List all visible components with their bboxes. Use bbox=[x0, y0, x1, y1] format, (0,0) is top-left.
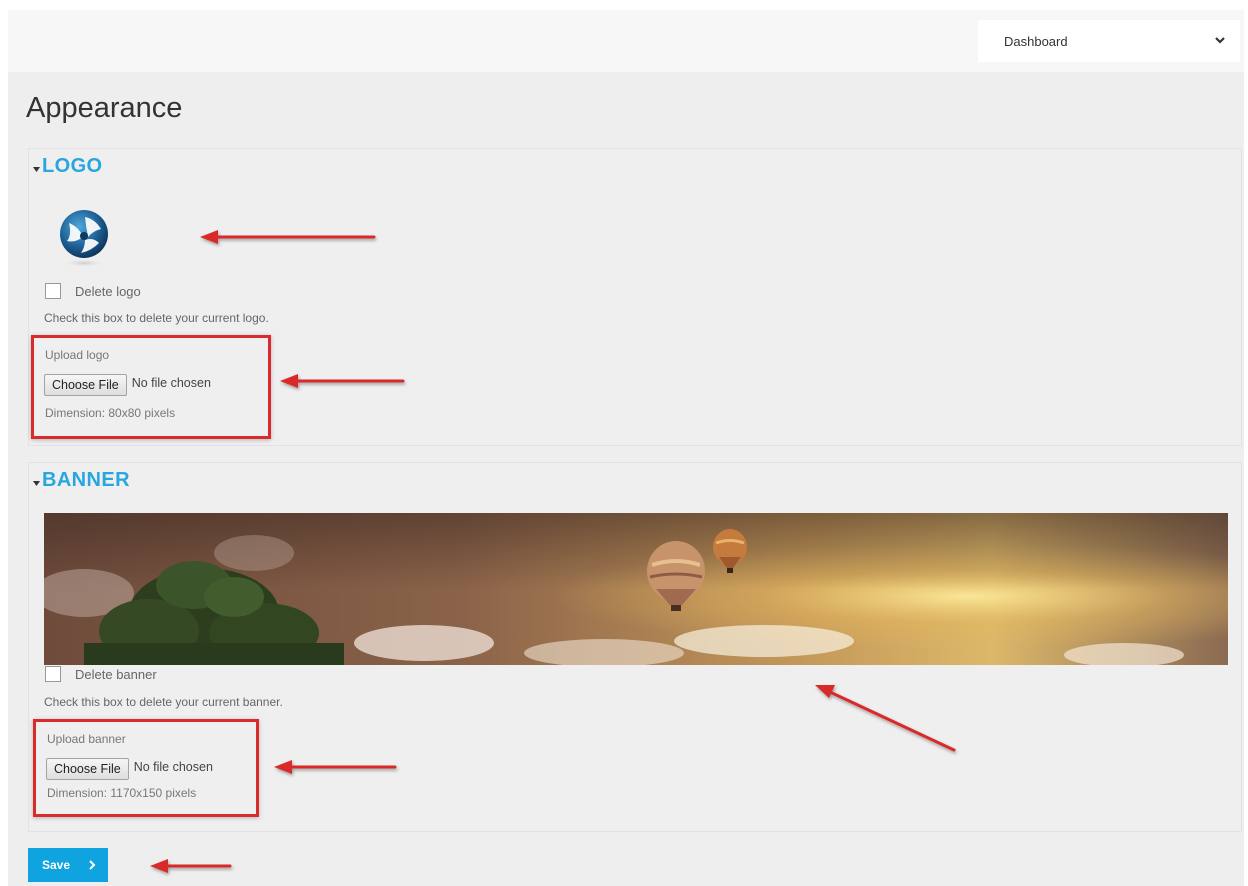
delete-logo-checkbox[interactable] bbox=[45, 283, 61, 299]
caret-down-icon bbox=[33, 481, 40, 486]
delete-banner-label: Delete banner bbox=[75, 666, 157, 682]
banner-file-input[interactable]: Choose File No file chosen bbox=[46, 758, 213, 780]
banner-file-status: No file chosen bbox=[133, 760, 213, 774]
delete-banner-help: Check this box to delete your current ba… bbox=[44, 695, 283, 709]
caret-down-icon bbox=[33, 167, 40, 172]
upload-logo-label: Upload logo bbox=[45, 348, 110, 362]
chevron-down-icon bbox=[1215, 37, 1225, 44]
upload-banner-group: Upload banner Choose File No file chosen… bbox=[33, 719, 259, 817]
choose-banner-file-button[interactable]: Choose File bbox=[46, 758, 129, 780]
save-button-label: Save bbox=[42, 858, 71, 872]
appearance-page: Appearance LOGO Delete logo Check this b… bbox=[8, 72, 1244, 886]
logo-section-title: LOGO bbox=[42, 155, 103, 177]
save-button[interactable]: Save bbox=[28, 848, 108, 882]
banner-section: BANNER Delete banner Check this box to d… bbox=[28, 462, 1242, 832]
logo-section: LOGO Delete logo Check this box to delet… bbox=[28, 148, 1242, 446]
delete-banner-checkbox[interactable] bbox=[45, 666, 61, 682]
logo-file-input[interactable]: Choose File No file chosen bbox=[44, 374, 211, 396]
upload-banner-label: Upload banner bbox=[47, 732, 126, 746]
banner-section-header[interactable]: BANNER bbox=[33, 469, 130, 492]
upload-logo-group: Upload logo Choose File No file chosen D… bbox=[31, 335, 271, 439]
logo-image bbox=[60, 210, 108, 267]
banner-image bbox=[44, 513, 1228, 665]
delete-banner-checkbox-row[interactable]: Delete banner bbox=[45, 666, 157, 682]
delete-logo-checkbox-row[interactable]: Delete logo bbox=[45, 283, 141, 299]
delete-logo-help: Check this box to delete your current lo… bbox=[44, 311, 269, 325]
dashboard-select-value: Dashboard bbox=[1004, 34, 1068, 49]
choose-logo-file-button[interactable]: Choose File bbox=[44, 374, 127, 396]
chevron-right-icon bbox=[89, 860, 96, 870]
banner-section-title: BANNER bbox=[42, 469, 130, 491]
logo-dimension-hint: Dimension: 80x80 pixels bbox=[45, 406, 176, 420]
logo-file-status: No file chosen bbox=[131, 376, 211, 390]
logo-section-header[interactable]: LOGO bbox=[33, 155, 103, 178]
page-title: Appearance bbox=[26, 92, 183, 124]
dashboard-select[interactable]: Dashboard bbox=[978, 20, 1240, 62]
banner-dimension-hint: Dimension: 1170x150 pixels bbox=[47, 786, 197, 800]
delete-logo-label: Delete logo bbox=[75, 283, 141, 299]
